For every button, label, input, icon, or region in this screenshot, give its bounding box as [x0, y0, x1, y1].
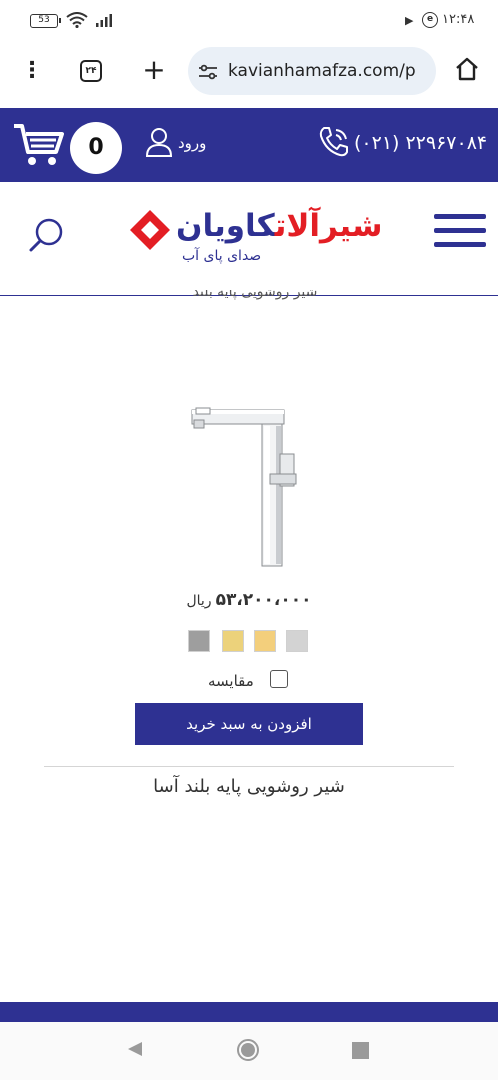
- menu-dots-icon[interactable]: ⋮: [20, 58, 44, 86]
- price-currency: ریال: [186, 593, 212, 609]
- site-logo[interactable]: شیرآلاتکاویان صدای پای آب: [128, 206, 383, 276]
- color-swatch-silver[interactable]: [286, 630, 308, 652]
- browser-toolbar: ⋮ ۲۴ + kavianhamafza.com/p: [0, 44, 498, 100]
- battery-indicator: 53: [30, 14, 61, 28]
- hamburger-menu-icon[interactable]: [434, 214, 486, 250]
- signal-icon: [96, 14, 112, 27]
- logo-title: شیرآلاتکاویان: [176, 206, 384, 246]
- wifi-icon: [66, 12, 88, 28]
- color-swatch-light-gold[interactable]: [254, 630, 276, 652]
- home-icon[interactable]: [454, 56, 480, 82]
- footer-band: [0, 1002, 498, 1022]
- previous-item-text: شیر روشویی پایه بلند: [192, 290, 318, 300]
- clock: ۱۲:۴۸: [442, 12, 475, 27]
- cart-icon[interactable]: [12, 122, 64, 168]
- play-icon: ▶: [405, 14, 414, 27]
- phone-number[interactable]: (۰۲۱) ۲۲۹۶۷۰۸۴: [354, 132, 487, 154]
- divider: [44, 766, 454, 767]
- plus-icon[interactable]: +: [140, 54, 168, 86]
- color-swatches: [188, 630, 312, 654]
- logo-title-main: کاویان: [176, 208, 276, 244]
- site-settings-icon[interactable]: [198, 63, 218, 81]
- compare-label: مقایسه: [208, 672, 254, 690]
- compare-option[interactable]: مقایسه: [196, 668, 296, 692]
- product-name[interactable]: شیر روشویی پایه بلند آسا: [60, 776, 438, 797]
- top-navigation: 0 ورود (۰۲۱) ۲۲۹۶۷۰۸۴: [0, 108, 498, 182]
- tab-switcher-icon[interactable]: ۲۴: [80, 60, 102, 82]
- cart-count-badge[interactable]: 0: [70, 122, 122, 174]
- color-swatch-gray[interactable]: [188, 630, 210, 652]
- add-to-cart-button[interactable]: افزودن به سبد خرید: [135, 703, 363, 745]
- logo-title-accent: شیرآلات: [274, 208, 384, 244]
- logo-diamond-icon: [130, 210, 170, 250]
- color-swatch-gold[interactable]: [222, 630, 244, 652]
- user-icon[interactable]: [144, 126, 174, 158]
- price-value: ۵۳،۲۰۰،۰۰۰: [215, 590, 312, 610]
- product-image[interactable]: [186, 406, 312, 574]
- url-text: kavianhamafza.com/p: [228, 61, 416, 81]
- system-navigation-bar: [0, 1022, 498, 1080]
- app-notification-icon: e: [422, 12, 438, 28]
- back-icon[interactable]: [126, 1040, 144, 1058]
- login-link[interactable]: ورود: [178, 134, 206, 152]
- logo-tagline: صدای پای آب: [182, 248, 262, 264]
- phone-icon: [319, 127, 348, 157]
- compare-checkbox[interactable]: [270, 670, 288, 688]
- recent-apps-icon[interactable]: [352, 1042, 369, 1059]
- site-header: شیرآلاتکاویان صدای پای آب: [0, 182, 498, 296]
- product-price: ۵۳،۲۰۰،۰۰۰ریال: [120, 590, 378, 610]
- address-bar[interactable]: kavianhamafza.com/p: [188, 47, 436, 95]
- home-button-icon[interactable]: [236, 1038, 260, 1062]
- search-icon[interactable]: [28, 216, 66, 254]
- status-bar: 53 ▶ e ۱۲:۴۸: [0, 0, 498, 44]
